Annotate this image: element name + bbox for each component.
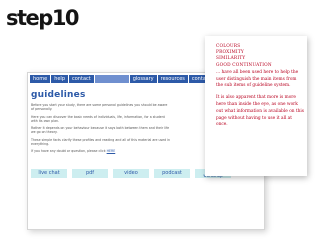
here-link[interactable]: HERE [107, 149, 116, 153]
step-title: step10 [6, 6, 80, 30]
podcast-button[interactable]: podcast [154, 169, 190, 178]
body-paragraph-3: Rather it depends on your behaviour beca… [31, 126, 170, 135]
guidelines-body: Before you start your study, there are s… [31, 103, 171, 157]
card-text-1: ... have all been used here to help the … [216, 69, 299, 89]
slide: step10 home help contact glossary resour… [0, 0, 320, 240]
live-chat-button[interactable]: live chat [31, 169, 67, 178]
nav-guidelines-current[interactable] [94, 75, 129, 83]
nav-contact[interactable]: contact [69, 75, 94, 83]
nav-help[interactable]: help [51, 75, 68, 83]
nav-glossary[interactable]: glossary [129, 75, 157, 83]
nav-resources[interactable]: resources [157, 75, 188, 83]
nav-home[interactable]: home [30, 75, 51, 83]
page-heading: guidelines [31, 90, 86, 100]
resource-buttons: live chat pdf video podcast onlineworksh… [31, 169, 231, 179]
annotation-card: COLOURS PROXIMITY SIMILARITY GOOD CONTIN… [205, 36, 307, 176]
pdf-button[interactable]: pdf [72, 169, 108, 178]
card-text-2: It is also apparent that more is more he… [216, 95, 305, 128]
video-button[interactable]: video [113, 169, 149, 178]
body-paragraph-1: Before you start your study, there are s… [31, 103, 168, 112]
top-navigation: home help contact glossary resources con… [30, 75, 214, 83]
card-heading-good-continuation: GOOD CONTINUATION [216, 62, 272, 68]
link-paragraph-text: If you have any doubt or question, pleas… [31, 149, 107, 154]
body-paragraph-4: These simple facts clarify these profile… [31, 137, 171, 146]
body-paragraph-2: Here you can discover the basic needs of… [31, 114, 165, 123]
body-paragraph-link: If you have any doubt or question, pleas… [31, 149, 171, 153]
annotation-content: COLOURS PROXIMITY SIMILARITY GOOD CONTIN… [216, 44, 304, 129]
